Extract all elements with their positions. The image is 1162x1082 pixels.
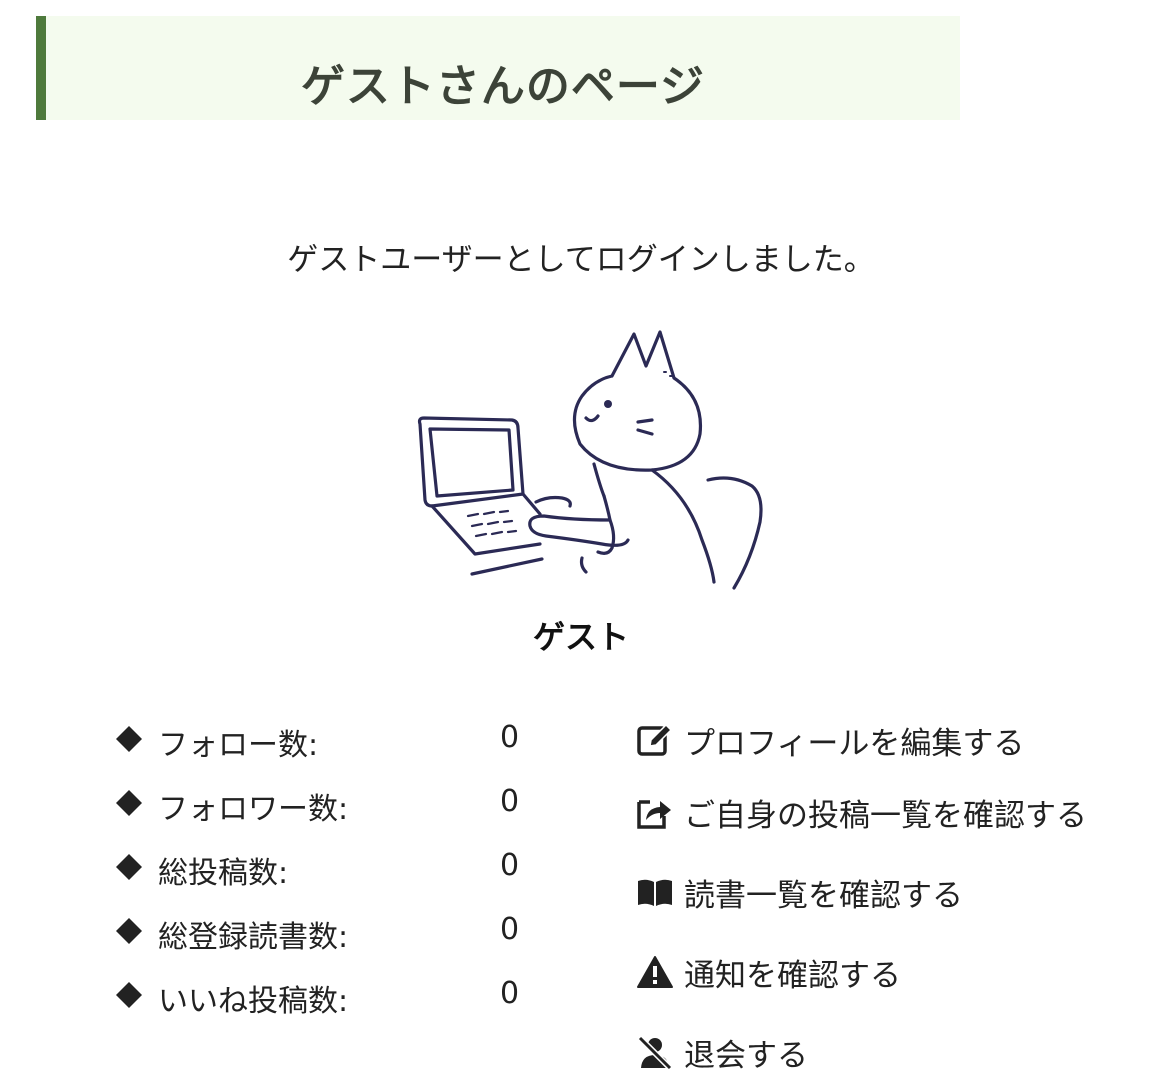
laptop-keys: [466, 509, 518, 538]
cat-mouth: [584, 414, 600, 423]
reading-list-link[interactable]: 読書一覧を確認する: [636, 870, 1136, 914]
cat-paw: [534, 495, 572, 508]
action-label: 通知を確認する: [684, 958, 901, 994]
edit-profile-link[interactable]: プロフィールを編集する: [636, 718, 1136, 762]
stat-like-count: いいね投稿数: 0: [114, 976, 534, 1019]
cat-head: [572, 330, 703, 472]
stat-value: 0: [500, 720, 520, 755]
stat-label: いいね投稿数:: [158, 984, 349, 1019]
laptop-screen-inner: [428, 427, 515, 498]
action-label: 読書一覧を確認する: [684, 878, 963, 914]
stat-value: 0: [500, 848, 520, 883]
diamond-icon: [116, 790, 142, 816]
user-remove-icon: [637, 1035, 673, 1070]
stat-post-count: 総投稿数: 0: [114, 848, 534, 891]
stat-follow-count: フォロー数: 0: [114, 720, 534, 763]
share-icon: [637, 800, 671, 829]
stat-value: 0: [500, 784, 520, 819]
warning-icon: [637, 956, 673, 988]
stat-label: 総投稿数:: [158, 856, 289, 891]
diamond-icon: [116, 982, 142, 1008]
action-label: 退会する: [684, 1038, 808, 1074]
diamond-icon: [116, 918, 142, 944]
stat-value: 0: [500, 976, 520, 1011]
stat-follower-count: フォロワー数: 0: [114, 784, 534, 827]
edit-icon: [637, 723, 673, 756]
stat-label: フォロー数:: [158, 728, 319, 763]
stat-label: フォロワー数:: [158, 792, 349, 827]
notifications-link[interactable]: 通知を確認する: [636, 950, 1136, 994]
withdraw-link[interactable]: 退会する: [636, 1030, 1136, 1074]
diamond-icon: [116, 726, 142, 752]
diamond-icon: [116, 854, 142, 880]
page-header: ゲストさんのページ: [36, 16, 960, 120]
book-icon: [638, 879, 672, 906]
action-label: ご自身の投稿一覧を確認する: [684, 798, 1087, 834]
username: ゲスト: [532, 618, 629, 656]
my-posts-link[interactable]: ご自身の投稿一覧を確認する: [636, 790, 1136, 834]
stat-book-count: 総登録読書数: 0: [114, 912, 534, 955]
desk-line: [470, 557, 544, 576]
stat-value: 0: [500, 912, 520, 947]
avatar: [417, 330, 763, 590]
chair: [706, 476, 763, 590]
cat-eye: [604, 400, 612, 408]
stat-label: 総登録読書数:: [158, 920, 349, 955]
login-message: ゲストユーザーとしてログインしました。: [287, 242, 875, 278]
page-title: ゲストさんのページ: [300, 61, 706, 112]
cat-whiskers: [636, 418, 654, 436]
action-label: プロフィールを編集する: [684, 726, 1025, 762]
